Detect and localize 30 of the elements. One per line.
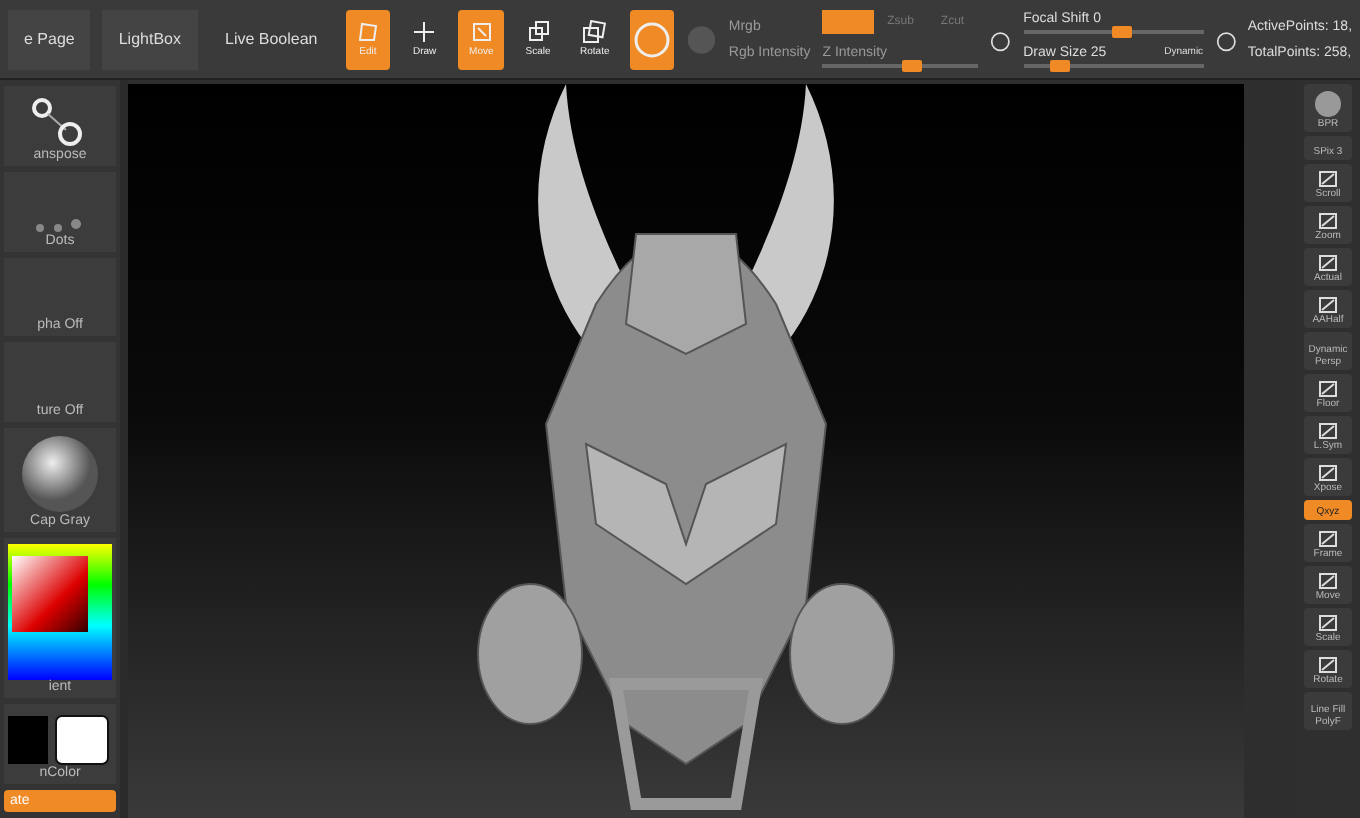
ring-icon [631,19,672,59]
tool-icon [1316,572,1340,590]
material-sphere-icon [20,434,100,514]
color-picker-icon[interactable] [8,544,112,680]
crosshair-icon [412,20,437,44]
tool-icon [1316,254,1340,272]
tool-icon [1316,296,1340,314]
tool-icon [1316,614,1340,632]
tool-icon [1316,422,1340,440]
move-icon [469,20,494,44]
tool-icon [1316,656,1340,674]
tool-button[interactable] [629,9,674,69]
rotate-icon [582,20,607,44]
pencil-frame-icon [355,20,380,44]
sphere-icon [1314,90,1342,118]
slider-thumb[interactable] [1111,25,1132,37]
menu-button[interactable]: LightBox [102,9,197,69]
tool-icon [1316,530,1340,548]
tool-icon [1316,464,1340,482]
slider-thumb[interactable] [1050,59,1071,71]
scale-icon [526,20,551,44]
material-icon [685,21,717,57]
menu-button[interactable]: Live Boolean [209,9,334,69]
tool-icon [1316,170,1340,188]
tool-icon [1316,212,1340,230]
dots-icon [34,217,86,233]
tool-icon [1316,380,1340,398]
color-swatches-icon[interactable] [8,714,112,766]
menu-button[interactable]: e Page [8,9,91,69]
slider-thumb[interactable] [901,60,922,72]
